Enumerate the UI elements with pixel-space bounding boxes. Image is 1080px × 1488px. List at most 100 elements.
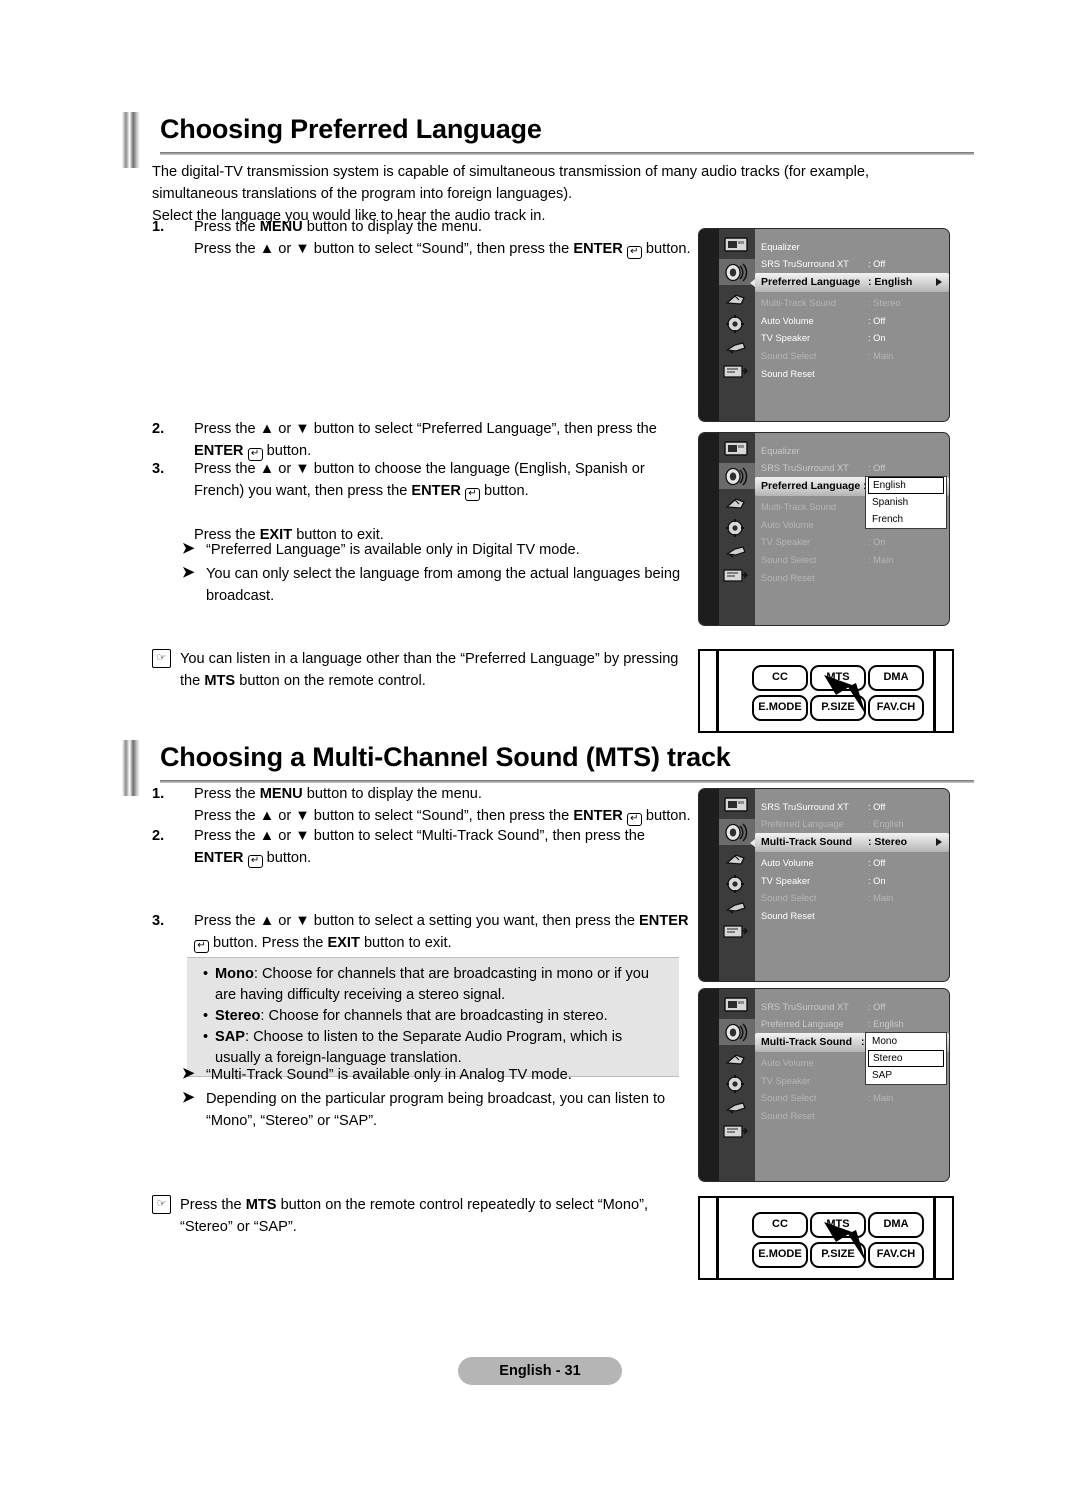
setup-gear-icon[interactable] [724, 519, 750, 537]
osd-menu-language-dropdown[interactable]: Sound Equalizer SRS TruSurround XT: Off … [698, 432, 950, 626]
osd-row-label: Sound Select [761, 351, 817, 361]
input-plug-icon[interactable] [724, 899, 750, 917]
sound-speaker-icon[interactable] [724, 467, 750, 486]
osd-row[interactable]: Preferred Language: English [755, 1015, 949, 1033]
osd-row[interactable]: Preferred Language: English [755, 815, 949, 833]
note-text: “Multi-Track Sound” is available only in… [206, 1067, 572, 1083]
osd-row[interactable]: SRS TruSurround XT: Off [755, 998, 949, 1016]
osd-row-label: Equalizer [761, 242, 800, 252]
osd-row-selected[interactable]: Multi-Track Sound : Stereo [755, 833, 949, 852]
support-icon[interactable] [723, 567, 749, 585]
page-footer-badge: English - 31 [458, 1357, 622, 1385]
input-plug-icon[interactable] [724, 1099, 750, 1117]
section-1-step-2: 2. Press the ▲ or ▼ button to select “Pr… [152, 418, 697, 462]
picture-icon[interactable] [724, 237, 750, 255]
channel-hand-icon[interactable] [724, 851, 750, 869]
emode-button[interactable]: E.MODE [752, 695, 808, 721]
tip-text: the [180, 673, 205, 689]
osd-row-label: Preferred Language : [761, 480, 867, 492]
cc-button[interactable]: CC [752, 1212, 808, 1238]
step-text: button to display the menu. [302, 786, 482, 802]
osd-row-label: Sound Reset [761, 911, 815, 921]
dropdown-option-selected[interactable]: English [868, 477, 944, 494]
osd-row-value: : Off [868, 802, 886, 812]
menu-key: MENU [259, 219, 303, 235]
emode-button[interactable]: E.MODE [752, 1242, 808, 1268]
dropdown-option[interactable]: French [866, 511, 946, 528]
osd-row[interactable]: Sound Reset [755, 365, 949, 383]
callout-arrow-icon [824, 1222, 866, 1262]
osd-row[interactable]: Equalizer [755, 238, 949, 256]
osd-row-label: TV Speaker [761, 537, 811, 547]
mts-dropdown[interactable]: Mono Stereo SAP [865, 1032, 947, 1085]
osd-menu-multi-track-sound[interactable]: Sound SRS TruSurround XT: Off Preferred … [698, 788, 950, 982]
osd-row[interactable]: Auto Volume: Off [755, 312, 949, 330]
channel-hand-icon[interactable] [724, 495, 750, 513]
sound-speaker-icon[interactable] [724, 263, 750, 282]
mode-name: SAP [215, 1029, 246, 1045]
channel-hand-icon[interactable] [724, 1051, 750, 1069]
dropdown-option-selected[interactable]: Stereo [868, 1050, 944, 1067]
osd-menu-mts-dropdown[interactable]: Sound SRS TruSurround XT: Off Preferred … [698, 988, 950, 1182]
remote-control-diagram-2: CC MTS DMA E.MODE P.SIZE FAV.CH [698, 1196, 954, 1280]
section-2-step-1: 1. Press the MENU button to display the … [152, 783, 697, 827]
osd-row-label: SRS TruSurround XT [761, 1002, 849, 1012]
picture-icon[interactable] [724, 797, 750, 815]
osd-row[interactable]: SRS TruSurround XT: Off [755, 459, 949, 477]
osd-row[interactable]: Equalizer [755, 442, 949, 460]
osd-row[interactable]: SRS TruSurround XT: Off [755, 798, 949, 816]
heading-accent-bar [122, 112, 140, 168]
osd-row[interactable]: Sound Reset [755, 569, 949, 587]
osd-row[interactable]: SRS TruSurround XT: Off [755, 255, 949, 273]
osd-tab-column: Sound [699, 229, 719, 421]
dropdown-option[interactable]: SAP [866, 1067, 946, 1084]
osd-row-label: Sound Select [761, 1093, 817, 1103]
osd-row-label: Sound Reset [761, 369, 815, 379]
support-icon[interactable] [723, 923, 749, 941]
step-number: 2. [152, 828, 165, 844]
setup-gear-icon[interactable] [724, 875, 750, 893]
osd-row[interactable]: TV Speaker: On [755, 872, 949, 890]
input-plug-icon[interactable] [724, 339, 750, 357]
osd-row[interactable]: Sound Reset [755, 907, 949, 925]
osd-menu-preferred-language[interactable]: Sound Equalizer SRS TruSurround XT: Off … [698, 228, 950, 422]
osd-row[interactable]: Sound Select: Main [755, 551, 949, 569]
osd-row-value: : Stereo [868, 298, 901, 308]
support-icon[interactable] [723, 363, 749, 381]
step-text: button. [479, 483, 529, 499]
step-number: 1. [152, 786, 165, 802]
step-text: Press the [194, 786, 260, 802]
step-number: 1. [152, 219, 165, 235]
osd-row[interactable]: Sound Select : Main [755, 347, 949, 365]
dropdown-option[interactable]: Spanish [866, 494, 946, 511]
osd-row[interactable]: TV Speaker: On [755, 329, 949, 347]
osd-row[interactable]: Sound Reset [755, 1107, 949, 1125]
osd-row-selected[interactable]: Preferred Language : English [755, 273, 949, 292]
caret-left-icon [750, 839, 755, 847]
sound-speaker-icon[interactable] [724, 823, 750, 842]
section-2-tip: ☞ Press the MTS button on the remote con… [152, 1194, 692, 1238]
support-icon[interactable] [723, 1123, 749, 1141]
language-dropdown[interactable]: English Spanish French [865, 476, 947, 529]
dropdown-option[interactable]: Mono [866, 1033, 946, 1050]
setup-gear-icon[interactable] [724, 315, 750, 333]
channel-hand-icon[interactable] [724, 291, 750, 309]
remote-edge-left [716, 1198, 719, 1278]
picture-icon[interactable] [724, 997, 750, 1015]
osd-row-label: Sound Reset [761, 573, 815, 583]
mode-item: Stereo: Choose for channels that are bro… [201, 1006, 669, 1027]
arrow-bullet-icon: ➤ [182, 1065, 195, 1082]
osd-row-value: : Main [868, 351, 894, 361]
osd-row[interactable]: Sound Select: Main [755, 1089, 949, 1107]
osd-row[interactable]: Auto Volume: Off [755, 854, 949, 872]
setup-gear-icon[interactable] [724, 1075, 750, 1093]
sound-speaker-icon[interactable] [724, 1023, 750, 1042]
enter-key: ENTER [411, 483, 461, 499]
osd-row[interactable]: Sound Select: Main [755, 889, 949, 907]
input-plug-icon[interactable] [724, 543, 750, 561]
osd-row[interactable]: TV Speaker: On [755, 533, 949, 551]
mode-item: SAP: Choose to listen to the Separate Au… [201, 1027, 669, 1069]
cc-button[interactable]: CC [752, 665, 808, 691]
picture-icon[interactable] [724, 441, 750, 459]
osd-row[interactable]: Multi-Track Sound: Stereo [755, 294, 949, 312]
